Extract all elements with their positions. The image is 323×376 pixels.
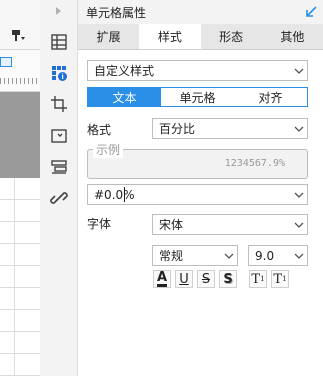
panel-title: 单元格属性 (86, 6, 147, 20)
style-select-value: 自定义样式 (94, 64, 155, 78)
chevron-down-icon (291, 192, 307, 198)
underline-glyph: U (179, 271, 189, 287)
font-color-button[interactable]: A (153, 270, 171, 288)
table-header-icon[interactable] (40, 27, 78, 57)
tab-form[interactable]: 形态 (200, 24, 262, 49)
pattern-input[interactable]: #0.0% (87, 184, 308, 205)
font-style-select[interactable]: 常规 (152, 245, 238, 266)
collapse-arrow-icon[interactable] (53, 5, 63, 15)
shadow-button[interactable]: S (219, 270, 237, 288)
property-tabs: 扩展 样式 形态 其他 (78, 24, 323, 50)
superscript-mark: 1 (260, 275, 265, 283)
condition-format-icon[interactable] (40, 152, 78, 182)
format-select-value: 百分比 (159, 122, 196, 136)
shadow-glyph: S (223, 271, 233, 287)
text-cursor (124, 187, 125, 202)
crop-icon[interactable] (40, 89, 78, 119)
subtab-align[interactable]: 对齐 (234, 88, 307, 106)
font-label: 字体 (87, 217, 112, 231)
tab-other[interactable]: 其他 (261, 24, 323, 49)
chevron-down-icon (291, 68, 307, 74)
chevron-down-icon (221, 253, 237, 259)
format-select[interactable]: 百分比 (152, 118, 308, 139)
underline-button[interactable]: U (175, 270, 193, 288)
font-style-value: 常规 (159, 249, 184, 263)
chevron-down-icon (291, 126, 307, 132)
subtab-cell[interactable]: 单元格 (161, 88, 234, 106)
style-select[interactable]: 自定义样式 (87, 60, 308, 81)
ruler-scale (0, 78, 40, 84)
chevron-down-icon (291, 253, 307, 259)
subscript-glyph: T (273, 271, 283, 287)
paint-format-icon[interactable] (12, 30, 26, 42)
format-label: 格式 (87, 123, 112, 137)
superscript-button[interactable]: T1 (249, 270, 267, 288)
sheet-gray-area (0, 92, 40, 178)
collapse-panel-icon[interactable] (304, 5, 318, 19)
spreadsheet-grid[interactable] (0, 178, 40, 376)
font-size-value: 9.0 (255, 248, 275, 263)
hyperlink-icon[interactable] (40, 183, 78, 213)
superscript-glyph: T (251, 271, 261, 287)
chevron-down-icon (291, 222, 307, 228)
font-color-glyph: A (156, 269, 168, 287)
example-value: 1234567.9% (224, 158, 285, 169)
spreadsheet-toolbar (0, 0, 40, 50)
font-family-select[interactable]: 宋体 (152, 214, 308, 235)
style-subtabs: 文本 单元格 对齐 (87, 87, 308, 107)
strikethrough-button[interactable]: S (197, 270, 215, 288)
font-family-value: 宋体 (159, 218, 184, 232)
dropdown-widget-icon[interactable] (40, 121, 78, 151)
tab-style[interactable]: 样式 (139, 24, 201, 49)
font-size-select[interactable]: 9.0 (248, 245, 308, 266)
strikethrough-glyph: S (201, 271, 211, 287)
subscript-button[interactable]: T1 (271, 270, 289, 288)
sheet-mode-icon[interactable] (0, 57, 12, 67)
subscript-mark: 1 (282, 275, 287, 283)
cell-properties-icon[interactable] (40, 58, 78, 88)
example-label: 示例 (93, 141, 124, 158)
tab-extend[interactable]: 扩展 (78, 24, 140, 49)
subtab-text[interactable]: 文本 (88, 88, 161, 106)
